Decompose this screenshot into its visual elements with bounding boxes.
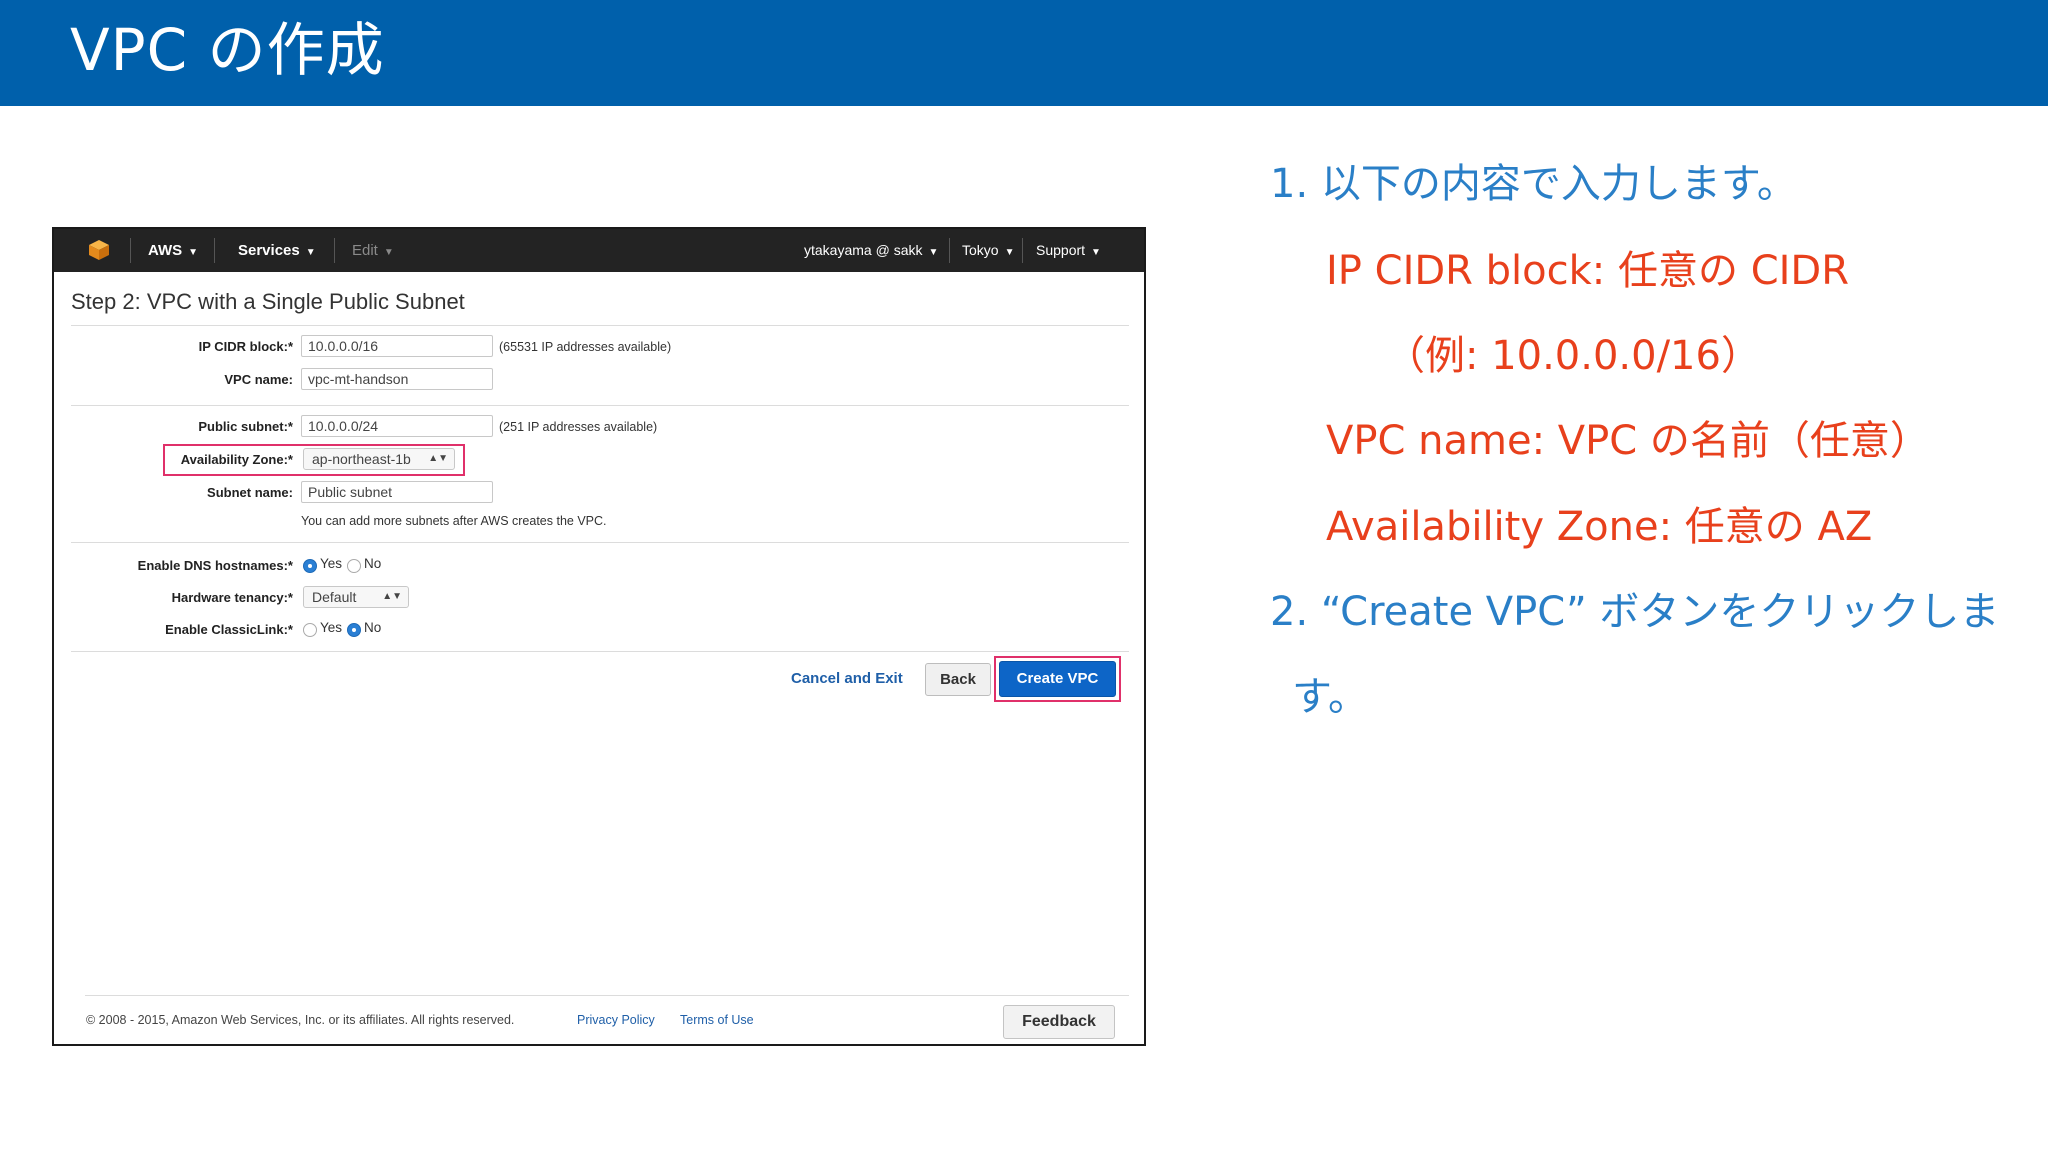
instruction-step-2-cont: す。 xyxy=(1292,674,1368,720)
instruction-ip-cidr-example: （例: 10.0.0.0/16） xyxy=(1385,333,1761,379)
classiclink-yes-label: Yes xyxy=(320,620,343,635)
instruction-step-1: 1. 以下の内容で入力します。 xyxy=(1270,161,1797,207)
availability-zone-select[interactable]: ap-northeast-1b ▲▼ xyxy=(303,448,455,470)
instruction-ip-cidr: IP CIDR block: 任意の CIDR xyxy=(1326,248,1850,294)
hardware-tenancy-select[interactable]: Default ▲▼ xyxy=(303,586,409,608)
chevron-down-icon: ▼ xyxy=(383,247,394,258)
instruction-vpc-name: VPC name: VPC の名前（任意） xyxy=(1326,418,1930,464)
dns-yes-radio[interactable] xyxy=(303,559,317,573)
subnet-name-input[interactable]: Public subnet xyxy=(301,481,493,503)
classiclink-no-label: No xyxy=(364,620,382,635)
classiclink-yes-radio[interactable] xyxy=(303,623,317,637)
availability-zone-label: Availability Zone:* xyxy=(180,452,293,467)
privacy-policy-link[interactable]: Privacy Policy xyxy=(577,1013,655,1027)
nav-edit-menu[interactable]: Edit ▼ xyxy=(352,229,394,274)
instruction-availability-zone: Availability Zone: 任意の AZ xyxy=(1326,504,1873,550)
vpc-name-input[interactable]: vpc-mt-handson xyxy=(301,368,493,390)
select-arrows-icon: ▲▼ xyxy=(382,591,402,602)
public-subnet-note: (251 IP addresses available) xyxy=(499,420,658,434)
dns-hostnames-label: Enable DNS hostnames:* xyxy=(137,558,293,573)
ip-cidr-note: (65531 IP addresses available) xyxy=(499,340,672,354)
copyright-text: © 2008 - 2015, Amazon Web Services, Inc.… xyxy=(86,1013,515,1027)
nav-support-menu[interactable]: Support ▼ xyxy=(1036,229,1101,274)
dns-no-label: No xyxy=(364,556,382,571)
select-arrows-icon: ▲▼ xyxy=(428,453,448,464)
feedback-button[interactable]: Feedback xyxy=(1003,1005,1115,1039)
instruction-step-2: 2. “Create VPC” ボタンをクリックしま xyxy=(1270,589,2000,635)
cancel-and-exit-link[interactable]: Cancel and Exit xyxy=(791,670,903,687)
aws-cube-icon[interactable] xyxy=(88,239,110,261)
divider xyxy=(71,542,1129,543)
create-vpc-button[interactable]: Create VPC xyxy=(999,661,1116,697)
divider xyxy=(71,651,1129,652)
chevron-down-icon: ▼ xyxy=(1091,247,1101,258)
hardware-tenancy-label: Hardware tenancy:* xyxy=(171,590,293,605)
nav-account-menu[interactable]: ytakayama @ sakk ▼ xyxy=(804,229,938,274)
step-title: Step 2: VPC with a Single Public Subnet xyxy=(71,289,465,314)
chevron-down-icon: ▼ xyxy=(928,247,939,258)
vpc-name-label: VPC name: xyxy=(224,372,293,387)
back-button[interactable]: Back xyxy=(925,663,991,696)
divider xyxy=(85,995,1129,996)
subnets-hint: You can add more subnets after AWS creat… xyxy=(301,514,607,528)
nav-services-menu[interactable]: Services ▼ xyxy=(238,229,316,274)
ip-cidr-input[interactable]: 10.0.0.0/16 xyxy=(301,335,493,357)
classiclink-no-radio[interactable] xyxy=(347,623,361,637)
chevron-down-icon: ▼ xyxy=(305,247,316,258)
nav-aws-menu[interactable]: AWS ▼ xyxy=(148,229,198,274)
chevron-down-icon: ▼ xyxy=(1004,247,1015,258)
nav-region-menu[interactable]: Tokyo ▼ xyxy=(962,229,1014,274)
subnet-name-label: Subnet name: xyxy=(207,485,293,500)
divider xyxy=(71,405,1129,406)
slide-title: VPC の作成 xyxy=(70,16,385,84)
terms-of-use-link[interactable]: Terms of Use xyxy=(680,1013,754,1027)
slide-header: VPC の作成 xyxy=(0,0,2048,106)
ip-cidr-label: IP CIDR block:* xyxy=(198,339,293,354)
public-subnet-input[interactable]: 10.0.0.0/24 xyxy=(301,415,493,437)
divider xyxy=(71,325,1129,326)
aws-top-nav: AWS ▼ Services ▼ Edit ▼ ytakayama @ sakk ▼ T… xyxy=(54,229,1144,272)
public-subnet-label: Public subnet:* xyxy=(198,419,293,434)
aws-console-screenshot: AWS ▼ Services ▼ Edit ▼ ytakayama @ sakk ▼ T… xyxy=(52,227,1146,1046)
classiclink-label: Enable ClassicLink:* xyxy=(165,622,293,637)
dns-yes-label: Yes xyxy=(320,556,343,571)
chevron-down-icon: ▼ xyxy=(188,247,199,258)
dns-no-radio[interactable] xyxy=(347,559,361,573)
